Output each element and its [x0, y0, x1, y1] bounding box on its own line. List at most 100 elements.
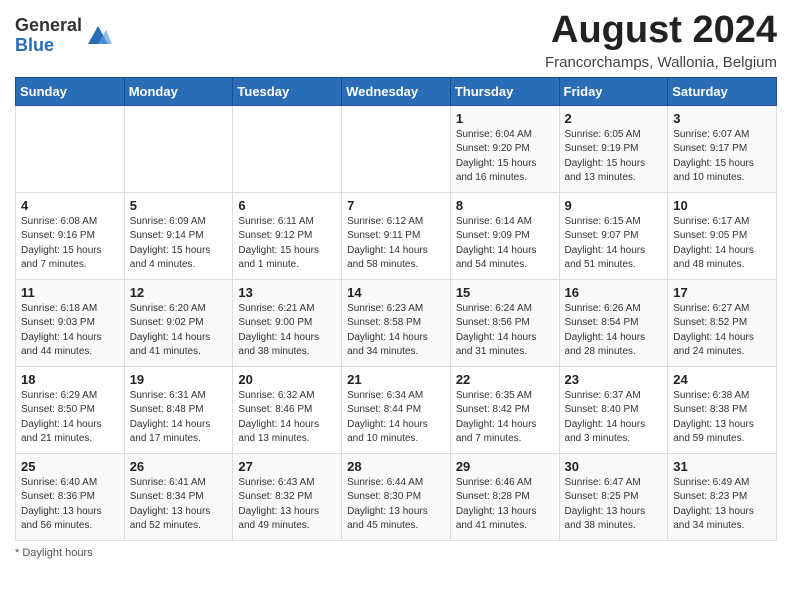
day-number: 3 [673, 111, 771, 126]
calendar-cell: 12 Sunrise: 6:20 AM Sunset: 9:02 PM Dayli… [124, 279, 233, 366]
day-number: 26 [130, 459, 228, 474]
calendar-cell: 8Sunrise: 6:14 AM Sunset: 9:09 PM Daylig… [450, 192, 559, 279]
calendar-week-row: 11Sunrise: 6:18 AM Sunset: 9:03 PM Dayli… [16, 279, 777, 366]
day-info: Sunrise: 6:41 AM Sunset: 8:34 PM Dayligh… [130, 476, 228, 534]
day-info: Sunrise: 6:15 AM Sunset: 9:07 PM Dayligh… [565, 215, 663, 273]
title-block: August 2024 Francorchamps, Wallonia, Bel… [545, 10, 777, 71]
weekday-header-row: SundayMondayTuesdayWednesdayThursdayFrid… [16, 77, 777, 105]
calendar-cell: 30 Sunrise: 6:47 AM Sunset: 8:25 PM Dayli… [559, 453, 668, 540]
day-number: 24 [673, 372, 771, 387]
weekday-header: Thursday [450, 77, 559, 105]
calendar-cell: 5Sunrise: 6:09 AM Sunset: 9:14 PM Daylig… [124, 192, 233, 279]
calendar-cell [124, 105, 233, 192]
day-info: Sunrise: 6:26 AM Sunset: 8:54 PM Dayligh… [565, 302, 663, 360]
day-info: Sunrise: 6:44 AM Sunset: 8:30 PM Dayligh… [347, 476, 445, 534]
daylight-label: Daylight hours [22, 547, 92, 559]
calendar-cell: 26 Sunrise: 6:41 AM Sunset: 8:34 PM Dayli… [124, 453, 233, 540]
day-info: Sunrise: 6:49 AM Sunset: 8:23 PM Dayligh… [673, 476, 771, 534]
logo-blue: Blue [15, 35, 54, 55]
calendar-cell: 24 Sunrise: 6:38 AM Sunset: 8:38 PM Dayli… [668, 366, 777, 453]
calendar-cell: 28 Sunrise: 6:44 AM Sunset: 8:30 PM Dayli… [342, 453, 451, 540]
day-number: 18 [21, 372, 119, 387]
logo-text: General Blue [15, 16, 82, 56]
day-number: 4 [21, 198, 119, 213]
calendar-week-row: 4 Sunrise: 6:08 AM Sunset: 9:16 PM Daylig… [16, 192, 777, 279]
day-number: 19 [130, 372, 228, 387]
day-info: Sunrise: 6:31 AM Sunset: 8:48 PM Dayligh… [130, 389, 228, 447]
day-info: Sunrise: 6:07 AM Sunset: 9:17 PM Dayligh… [673, 128, 771, 186]
calendar-cell: 3 Sunrise: 6:07 AM Sunset: 9:17 PM Daylig… [668, 105, 777, 192]
day-info: Sunrise: 6:37 AM Sunset: 8:40 PM Dayligh… [565, 389, 663, 447]
day-number: 25 [21, 459, 119, 474]
day-number: 21 [347, 372, 445, 387]
day-info: Sunrise: 6:38 AM Sunset: 8:38 PM Dayligh… [673, 389, 771, 447]
day-number: 30 [565, 459, 663, 474]
calendar-cell: 29Sunrise: 6:46 AM Sunset: 8:28 PM Dayli… [450, 453, 559, 540]
day-number: 12 [130, 285, 228, 300]
day-number: 27 [238, 459, 336, 474]
day-number: 23 [565, 372, 663, 387]
calendar-cell [16, 105, 125, 192]
day-number: 16 [565, 285, 663, 300]
day-info: Sunrise: 6:34 AM Sunset: 8:44 PM Dayligh… [347, 389, 445, 447]
day-info: Sunrise: 6:29 AM Sunset: 8:50 PM Dayligh… [21, 389, 119, 447]
day-info: Sunrise: 6:12 AM Sunset: 9:11 PM Dayligh… [347, 215, 445, 273]
calendar-cell: 14 Sunrise: 6:23 AM Sunset: 8:58 PM Dayli… [342, 279, 451, 366]
calendar-cell: 6 Sunrise: 6:11 AM Sunset: 9:12 PM Daylig… [233, 192, 342, 279]
day-number: 2 [565, 111, 663, 126]
day-info: Sunrise: 6:47 AM Sunset: 8:25 PM Dayligh… [565, 476, 663, 534]
calendar-cell: 19 Sunrise: 6:31 AM Sunset: 8:48 PM Dayli… [124, 366, 233, 453]
day-info: Sunrise: 6:04 AM Sunset: 9:20 PM Dayligh… [456, 128, 554, 186]
calendar-cell: 27 Sunrise: 6:43 AM Sunset: 8:32 PM Dayli… [233, 453, 342, 540]
day-info: Sunrise: 6:23 AM Sunset: 8:58 PM Dayligh… [347, 302, 445, 360]
day-number: 17 [673, 285, 771, 300]
weekday-header: Friday [559, 77, 668, 105]
day-info: Sunrise: 6:20 AM Sunset: 9:02 PM Dayligh… [130, 302, 228, 360]
calendar-cell [342, 105, 451, 192]
weekday-header: Tuesday [233, 77, 342, 105]
day-number: 28 [347, 459, 445, 474]
calendar-cell: 20 Sunrise: 6:32 AM Sunset: 8:46 PM Dayli… [233, 366, 342, 453]
calendar-cell: 4 Sunrise: 6:08 AM Sunset: 9:16 PM Daylig… [16, 192, 125, 279]
logo-general: General [15, 15, 82, 35]
day-number: 31 [673, 459, 771, 474]
day-info: Sunrise: 6:11 AM Sunset: 9:12 PM Dayligh… [238, 215, 336, 273]
location-subtitle: Francorchamps, Wallonia, Belgium [545, 54, 777, 71]
calendar-cell: 18 Sunrise: 6:29 AM Sunset: 8:50 PM Dayli… [16, 366, 125, 453]
calendar-cell: 7Sunrise: 6:12 AM Sunset: 9:11 PM Daylig… [342, 192, 451, 279]
day-info: Sunrise: 6:14 AM Sunset: 9:09 PM Dayligh… [456, 215, 554, 273]
day-number: 22 [456, 372, 554, 387]
weekday-header: Sunday [16, 77, 125, 105]
calendar-cell: 31 Sunrise: 6:49 AM Sunset: 8:23 PM Dayli… [668, 453, 777, 540]
weekday-header: Monday [124, 77, 233, 105]
day-number: 1 [456, 111, 554, 126]
day-info: Sunrise: 6:43 AM Sunset: 8:32 PM Dayligh… [238, 476, 336, 534]
day-info: Sunrise: 6:27 AM Sunset: 8:52 PM Dayligh… [673, 302, 771, 360]
day-number: 10 [673, 198, 771, 213]
day-number: 20 [238, 372, 336, 387]
calendar-cell [233, 105, 342, 192]
calendar-week-row: 18 Sunrise: 6:29 AM Sunset: 8:50 PM Dayli… [16, 366, 777, 453]
calendar-cell: 25Sunrise: 6:40 AM Sunset: 8:36 PM Dayli… [16, 453, 125, 540]
calendar-cell: 15 Sunrise: 6:24 AM Sunset: 8:56 PM Dayli… [450, 279, 559, 366]
day-info: Sunrise: 6:24 AM Sunset: 8:56 PM Dayligh… [456, 302, 554, 360]
day-number: 13 [238, 285, 336, 300]
calendar-cell: 21 Sunrise: 6:34 AM Sunset: 8:44 PM Dayli… [342, 366, 451, 453]
day-info: Sunrise: 6:08 AM Sunset: 9:16 PM Dayligh… [21, 215, 119, 273]
day-number: 11 [21, 285, 119, 300]
day-number: 15 [456, 285, 554, 300]
weekday-header: Saturday [668, 77, 777, 105]
day-number: 6 [238, 198, 336, 213]
calendar-week-row: 25Sunrise: 6:40 AM Sunset: 8:36 PM Dayli… [16, 453, 777, 540]
calendar-cell: 9Sunrise: 6:15 AM Sunset: 9:07 PM Daylig… [559, 192, 668, 279]
calendar-cell: 1 Sunrise: 6:04 AM Sunset: 9:20 PM Daylig… [450, 105, 559, 192]
logo-icon [84, 22, 112, 50]
day-info: Sunrise: 6:21 AM Sunset: 9:00 PM Dayligh… [238, 302, 336, 360]
day-number: 14 [347, 285, 445, 300]
day-info: Sunrise: 6:35 AM Sunset: 8:42 PM Dayligh… [456, 389, 554, 447]
day-info: Sunrise: 6:09 AM Sunset: 9:14 PM Dayligh… [130, 215, 228, 273]
day-info: Sunrise: 6:17 AM Sunset: 9:05 PM Dayligh… [673, 215, 771, 273]
day-info: Sunrise: 6:32 AM Sunset: 8:46 PM Dayligh… [238, 389, 336, 447]
day-info: Sunrise: 6:46 AM Sunset: 8:28 PM Dayligh… [456, 476, 554, 534]
day-info: Sunrise: 6:05 AM Sunset: 9:19 PM Dayligh… [565, 128, 663, 186]
